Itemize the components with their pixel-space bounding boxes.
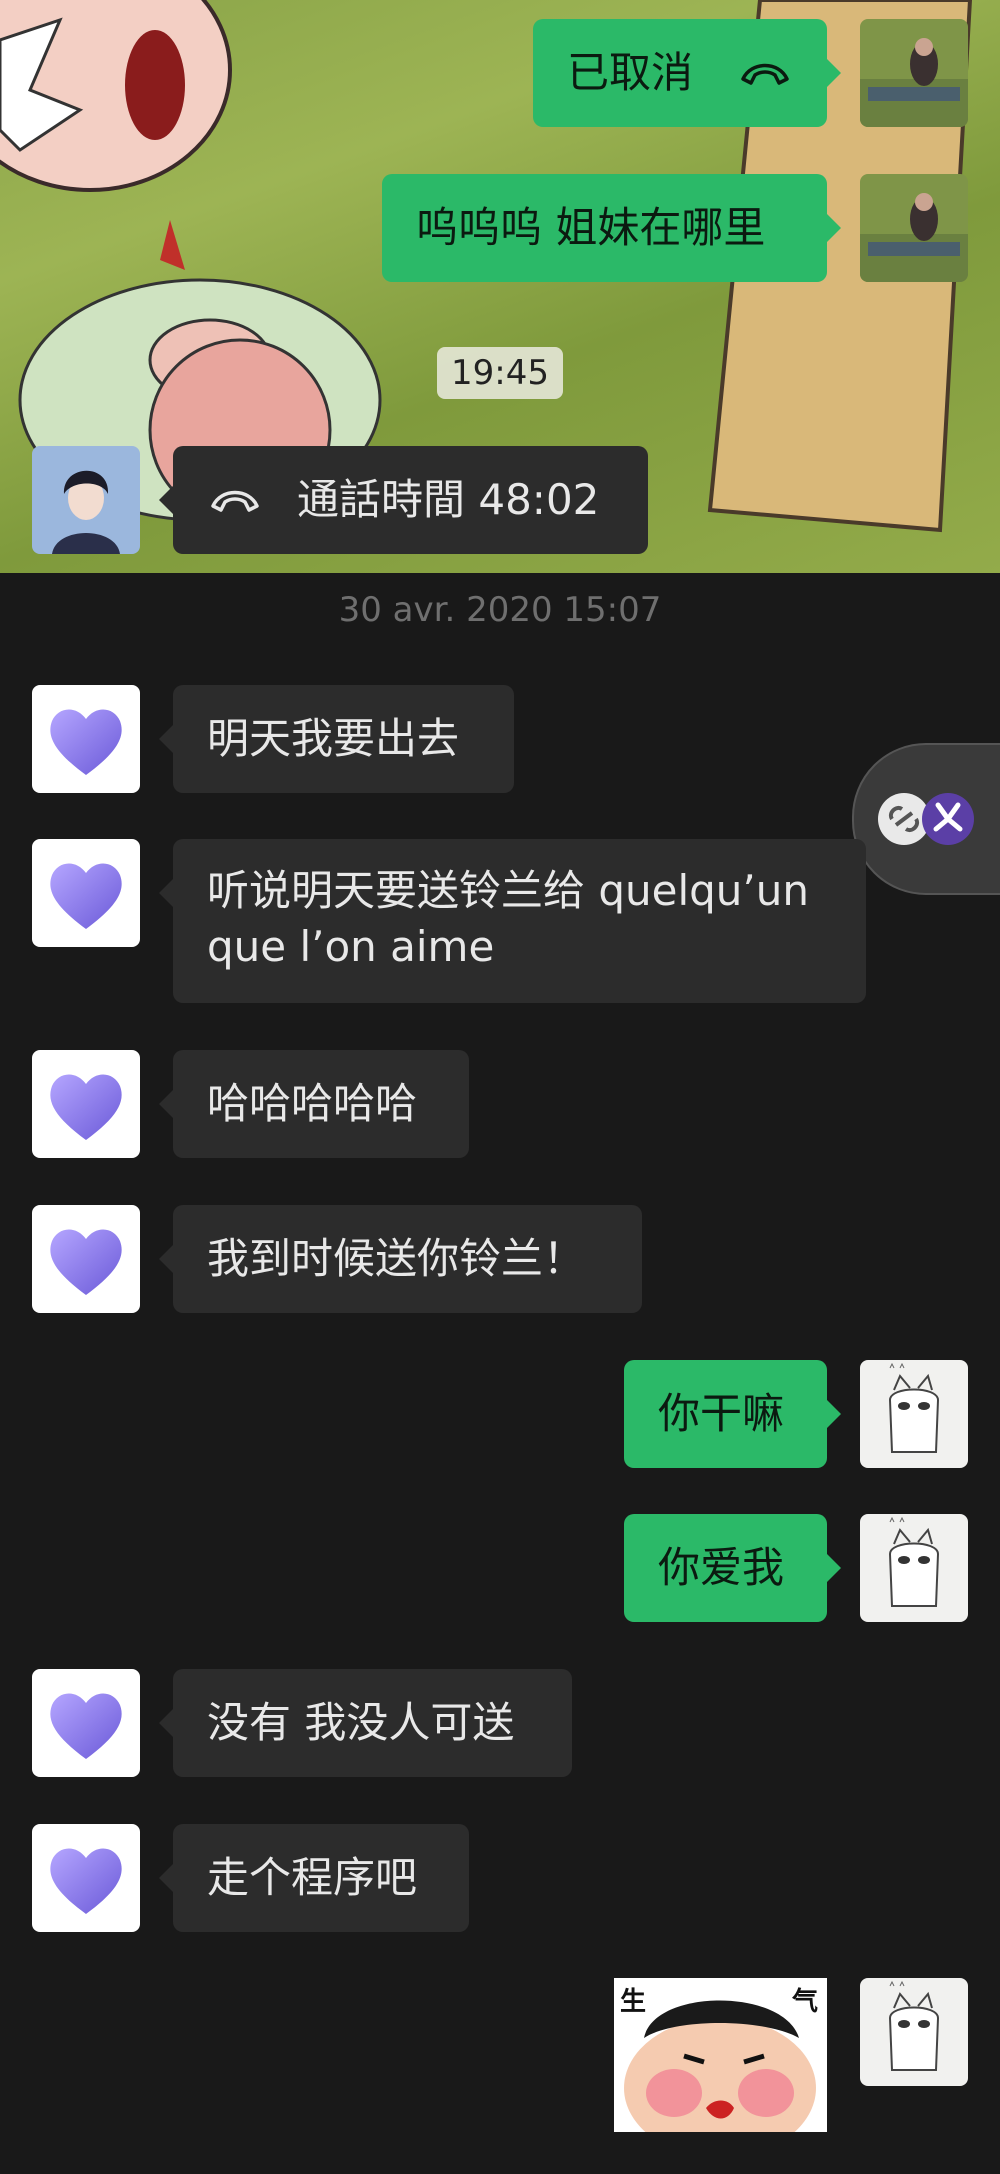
floating-shortcut-button[interactable] (852, 743, 1000, 895)
message-text: 走个程序吧 (207, 1853, 418, 1902)
my-avatar-cat[interactable] (860, 1514, 968, 1622)
phone-hangup-icon (211, 490, 259, 512)
contact-avatar-heart[interactable] (32, 1205, 140, 1313)
heart-icon (50, 1074, 122, 1140)
contact-avatar-heart[interactable] (32, 1050, 140, 1158)
sticker-char-left: 生 (620, 1987, 646, 2017)
message-text: 哈哈哈哈哈 (207, 1079, 418, 1128)
call-cancelled-bubble[interactable]: 已取消 (533, 19, 841, 127)
message-text: 没有 我没人可送 (207, 1698, 515, 1747)
message-bubble[interactable]: 你爱我 (624, 1514, 841, 1622)
message-text: 已取消 (567, 48, 694, 97)
cat-drawing-icon (888, 1516, 940, 1607)
contact-avatar-heart[interactable] (32, 1824, 140, 1932)
contact-avatar-heart[interactable] (32, 1669, 140, 1777)
message-bubble[interactable]: 哈哈哈哈哈 (159, 1050, 469, 1158)
contact-avatar-heart[interactable] (32, 685, 140, 793)
message-bubble[interactable]: 听说明天要送铃兰给 quelqu’un que l’on aime (159, 839, 866, 1003)
my-avatar-cat[interactable] (860, 1360, 968, 1468)
message-text: 你爱我 (658, 1543, 785, 1592)
contact-avatar[interactable] (32, 446, 140, 554)
message-text: 明天我要出去 (207, 714, 460, 763)
sticker-illustration: 生 气 (620, 1986, 818, 2132)
sticker-char-right: 气 (791, 1986, 818, 2017)
my-avatar[interactable] (860, 174, 968, 282)
message-bubble[interactable]: 我到时候送你铃兰！ (159, 1205, 642, 1313)
call-duration-bubble[interactable]: 通話時間 48:02 (159, 446, 648, 554)
heart-icon (50, 1848, 122, 1914)
contact-avatar-heart[interactable] (32, 839, 140, 947)
my-avatar[interactable] (860, 19, 968, 127)
message-text: 通話時間 48:02 (297, 475, 600, 524)
my-avatar-cat[interactable] (860, 1978, 968, 2086)
message-text: 我到时候送你铃兰！ (207, 1234, 586, 1283)
sticker-angry-face[interactable]: 生 气 (614, 1978, 827, 2132)
cat-drawing-icon (888, 1980, 940, 2071)
link-icon (878, 793, 974, 845)
message-bubble[interactable]: 你干嘛 (624, 1360, 841, 1468)
message-text: 呜呜呜 姐妹在哪里 (416, 203, 766, 252)
cat-drawing-icon (888, 1362, 940, 1453)
message-text-line: 听说明天要送铃兰给 quelqu’un (207, 866, 810, 915)
heart-icon (50, 1693, 122, 1759)
message-bubble[interactable]: 明天我要出去 (159, 685, 514, 793)
date-separator: 30 avr. 2020 15:07 (338, 590, 662, 630)
phone-hangup-icon (741, 63, 789, 85)
message-bubble[interactable]: 呜呜呜 姐妹在哪里 (382, 174, 841, 282)
message-text-line: que l’on aime (207, 922, 495, 971)
message-bubble[interactable]: 没有 我没人可送 (159, 1669, 572, 1777)
heart-icon (50, 709, 122, 775)
message-bubble[interactable]: 走个程序吧 (159, 1824, 469, 1932)
heart-icon (50, 1229, 122, 1295)
heart-icon (50, 863, 122, 929)
message-text: 你干嘛 (658, 1389, 785, 1438)
timestamp-chip: 19:45 (437, 347, 563, 399)
